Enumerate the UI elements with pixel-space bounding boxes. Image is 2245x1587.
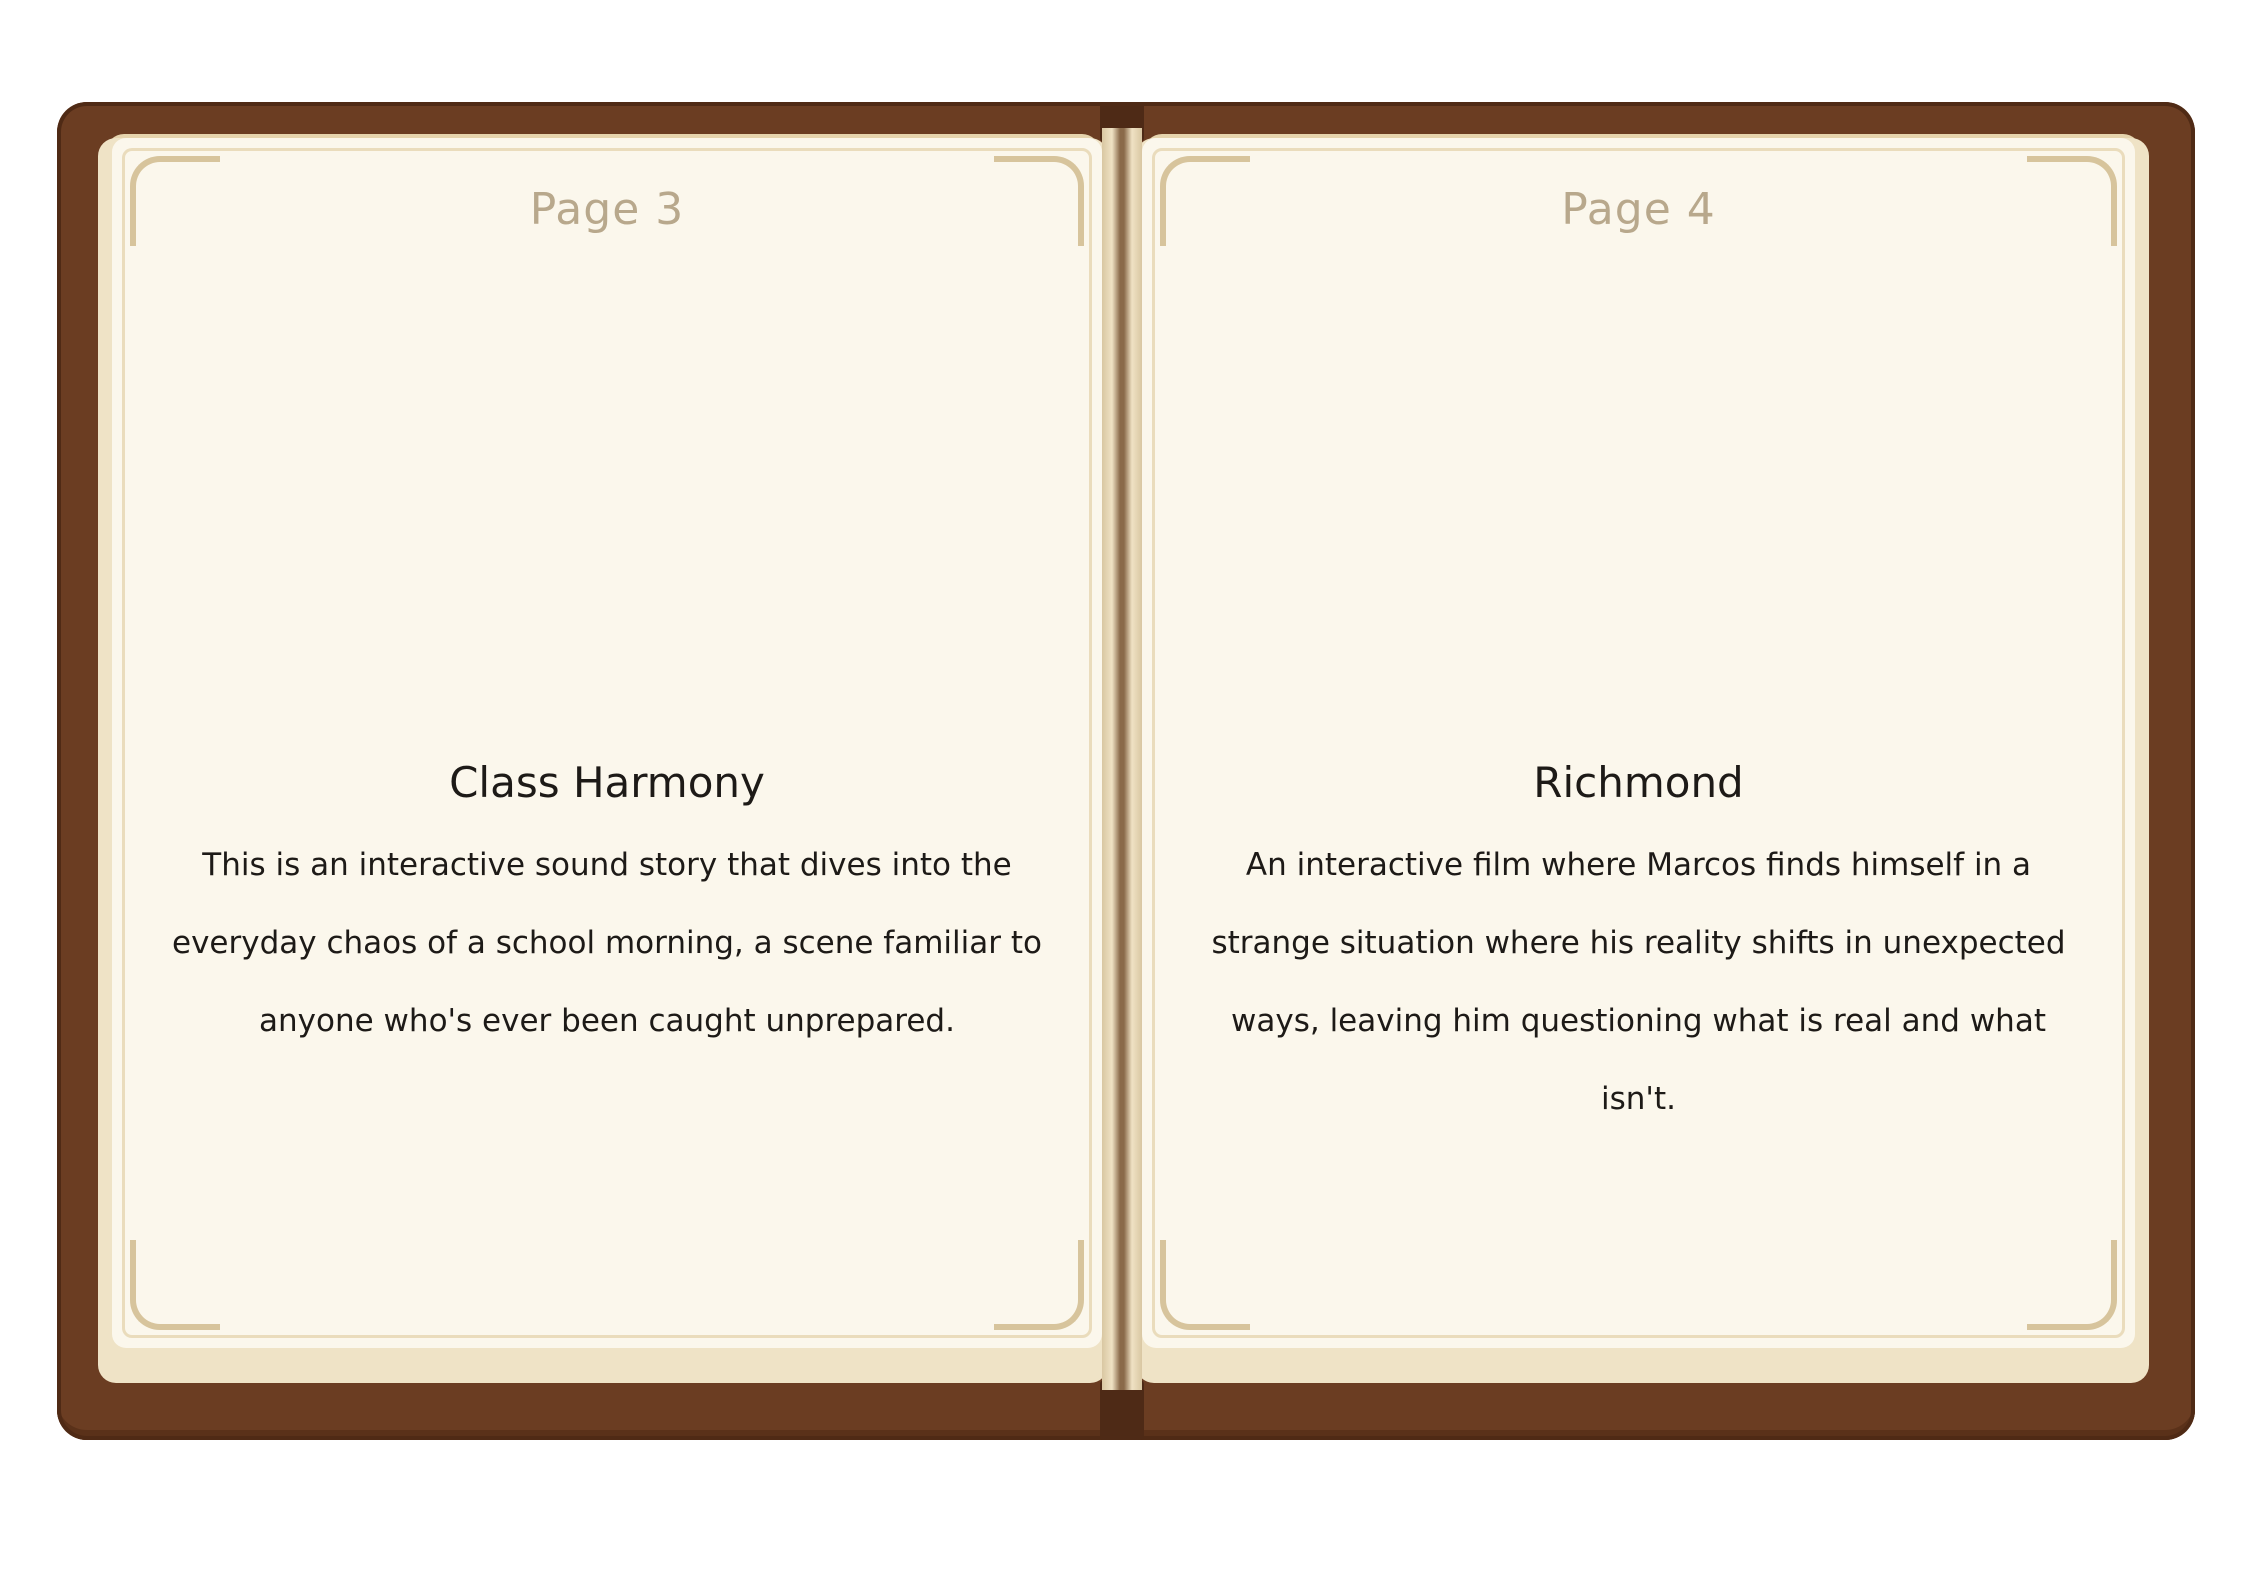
entry-title: Class Harmony [449,758,765,807]
book-spine [1102,128,1142,1390]
right-page[interactable]: Page 4 Richmond An interactive film wher… [1142,138,2135,1348]
page-number: Page 4 [1561,184,1716,235]
left-page[interactable]: Page 3 Class Harmony This is an interact… [112,138,1102,1348]
book-scene: Page 3 Class Harmony This is an interact… [0,0,2245,1587]
entry-description: This is an interactive sound story that … [172,847,1042,1040]
page-number: Page 3 [529,184,685,235]
corner-ornament-icon [994,1240,1084,1330]
corner-ornament-icon [2027,1240,2117,1330]
entry-title: Richmond [1533,758,1744,807]
entry-description: An interactive film where Marcos finds h… [1211,847,2066,1118]
corner-ornament-icon [1160,1240,1250,1330]
entry: Class Harmony This is an interactive sou… [112,758,1102,1060]
entry: Richmond An interactive film where Marco… [1142,758,2135,1138]
corner-ornament-icon [130,1240,220,1330]
